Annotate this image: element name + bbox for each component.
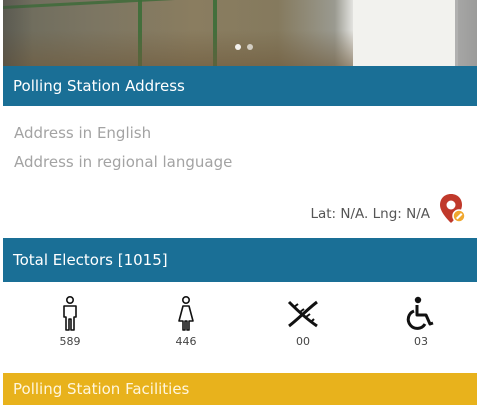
electors-stats: 589 446 00 03 — [3, 282, 477, 373]
photo-wall — [353, 0, 458, 66]
carousel-dot[interactable] — [247, 44, 253, 50]
male-electors: 589 — [40, 296, 100, 348]
wheelchair-icon — [406, 296, 434, 330]
female-count: 446 — [175, 335, 197, 348]
electors-section-header: Total Electors [1015] — [3, 238, 477, 282]
third-gender-icon — [287, 300, 318, 328]
carousel-indicator — [235, 44, 253, 50]
location-pin-icon[interactable] — [438, 192, 466, 226]
female-icon — [178, 296, 194, 331]
photo-shade-left — [3, 0, 33, 66]
photo-ground — [3, 30, 353, 66]
female-electors: 446 — [156, 296, 216, 348]
photo-shade-right — [455, 0, 477, 66]
pwd-electors: 03 — [391, 296, 451, 348]
address-section-header: Polling Station Address — [3, 66, 477, 106]
photo-fence-rail — [3, 0, 363, 9]
polling-station-photo-carousel[interactable] — [3, 0, 477, 66]
facilities-section-header[interactable]: Polling Station Facilities — [3, 373, 477, 405]
third-gender-count: 00 — [296, 335, 310, 348]
lat-lng-text: Lat: N/A. Lng: N/A — [310, 206, 430, 222]
address-english: Address in English — [14, 124, 152, 142]
address-regional: Address in regional language — [14, 153, 233, 171]
pwd-count: 03 — [414, 335, 428, 348]
third-gender-electors: 00 — [273, 296, 333, 348]
address-section-title: Polling Station Address — [13, 77, 185, 95]
electors-section-title: Total Electors [1015] — [13, 251, 168, 269]
male-count: 589 — [59, 335, 81, 348]
facilities-section-title: Polling Station Facilities — [13, 380, 190, 398]
carousel-dot-active[interactable] — [235, 44, 241, 50]
male-icon — [63, 296, 77, 331]
